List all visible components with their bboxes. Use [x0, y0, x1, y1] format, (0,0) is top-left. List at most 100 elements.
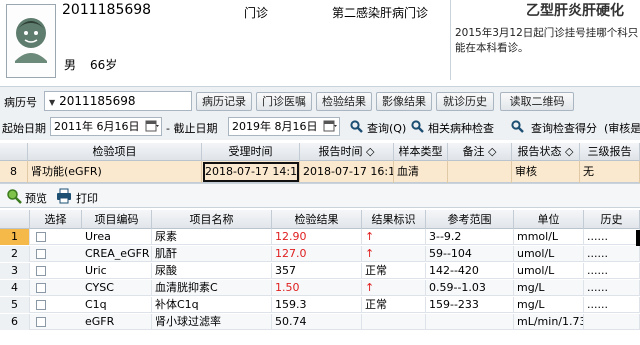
select-checkbox[interactable]: [36, 266, 46, 276]
related-disease-check-button[interactable]: 相关病种检查: [428, 120, 494, 136]
history-link[interactable]: ......: [584, 246, 640, 262]
item-name: 补体C1q: [152, 297, 272, 313]
search-icon[interactable]: [350, 120, 363, 133]
column-header[interactable]: 样本类型: [394, 143, 448, 161]
notice-text: 2015年3月12日起门诊挂号挂哪个科只能在本科看诊。: [455, 27, 639, 54]
table-row[interactable]: 1 Urea 尿素 12.90 ↑ 3--9.2 mmol/L......: [0, 229, 640, 245]
preview-button[interactable]: 预览: [25, 190, 47, 206]
note: [448, 161, 512, 183]
unit: umol/L: [514, 263, 584, 279]
accept-time[interactable]: 2018-07-17 14:15: [202, 161, 300, 183]
column-header[interactable]: 报告状态 ◇: [512, 143, 580, 161]
select-checkbox[interactable]: [36, 317, 46, 327]
column-header[interactable]: 报告时间 ◇: [300, 143, 394, 161]
read-qrcode-button[interactable]: 读取二维码: [500, 92, 574, 111]
column-header[interactable]: 受理时间: [202, 143, 300, 161]
audit-filter-label: (审核是: [604, 122, 640, 135]
column-header[interactable]: 检验项目: [28, 143, 202, 161]
search-icon[interactable]: [511, 120, 524, 133]
query-check-score-button[interactable]: 查询检查得分: [531, 120, 597, 136]
grid-header: 选择 项目编码 项目名称 检验结果 结果标识 参考范围 单位 历史: [0, 210, 640, 229]
select-checkbox[interactable]: [36, 283, 46, 293]
patient-age: 66岁: [90, 58, 118, 72]
patient-header: 2011185698 男 66岁 门诊 第二感染肝病门诊 乙型肝炎肝硬化 201…: [0, 0, 640, 86]
imaging-results-button[interactable]: 影像结果: [376, 92, 432, 111]
print-button[interactable]: 打印: [76, 190, 98, 206]
notice-panel: 乙型肝炎肝硬化 2015年3月12日起门诊挂号挂哪个科只能在本科看诊。: [450, 0, 640, 80]
lab-orders-grid: 检验项目 受理时间 报告时间 ◇ 样本类型 备注 ◇ 报告状态 ◇ 三级报告 8…: [0, 143, 640, 183]
column-header[interactable]: 历史: [584, 210, 640, 229]
row-number: 1: [0, 229, 30, 245]
mrn-value: 2011185698: [59, 94, 136, 108]
test-result: 12.90: [272, 229, 362, 245]
diagnosis-title: 乙型肝炎肝硬化: [526, 3, 624, 19]
result-flag: ↑: [362, 246, 426, 262]
reference-range: 159--233: [426, 297, 514, 313]
column-header[interactable]: 选择: [30, 210, 82, 229]
result-flag: 正常: [362, 297, 426, 313]
column-header[interactable]: 检验结果: [272, 210, 362, 229]
select-checkbox[interactable]: [36, 300, 46, 310]
test-result: 159.3: [272, 297, 362, 313]
test-result: 50.74: [272, 314, 362, 330]
printer-icon[interactable]: [56, 188, 72, 204]
table-row[interactable]: 6 eGFR肾小球过滤率50.74 mL/min/1.73m²: [0, 314, 640, 330]
row-number-header: [0, 143, 28, 161]
splitter-handle[interactable]: [636, 230, 640, 246]
table-row[interactable]: 3 Uric 尿酸 357 正常 142--420 umol/L......: [0, 263, 640, 279]
history-link[interactable]: ......: [584, 280, 640, 296]
table-row[interactable]: 2 CREA_eGFR 肌酐 127.0 ↑ 59--104 umol/L......: [0, 246, 640, 262]
test-result: 127.0: [272, 246, 362, 262]
column-header[interactable]: 结果标识: [362, 210, 426, 229]
history-link[interactable]: ......: [584, 297, 640, 313]
start-date-picker[interactable]: 2011年 6月16日: [50, 117, 162, 136]
dropdown-caret-icon[interactable]: ▼: [49, 98, 55, 107]
medical-record-button[interactable]: 病历记录: [196, 92, 252, 111]
select-checkbox[interactable]: [36, 232, 46, 242]
start-date-value: 2011年 6月16日: [54, 120, 140, 133]
test-result: 1.50: [272, 280, 362, 296]
result-flag: ↑: [362, 280, 426, 296]
column-header[interactable]: 项目编码: [82, 210, 152, 229]
column-header[interactable]: 三级报告: [580, 143, 640, 161]
start-date-label: 起始日期: [2, 122, 46, 135]
column-header-label: 报告时间: [318, 145, 363, 158]
history-link[interactable]: [584, 314, 640, 330]
mrn-label: 病历号: [4, 96, 37, 109]
column-header[interactable]: 单位: [514, 210, 584, 229]
level3-report: 无: [580, 161, 640, 183]
visit-history-button[interactable]: 就诊历史: [436, 92, 494, 111]
history-link[interactable]: ......: [584, 229, 640, 245]
reference-range: 59--104: [426, 246, 514, 262]
table-row[interactable]: 4 CYSC 血清胱抑素C 1.50 ↑ 0.59--1.03 mg/L......: [0, 280, 640, 296]
query-button[interactable]: 查询(Q): [367, 120, 406, 136]
unit: mg/L: [514, 297, 584, 313]
sort-diamond-icon: ◇: [488, 145, 497, 158]
lab-results-grid: 选择 项目编码 项目名称 检验结果 结果标识 参考范围 单位 历史 1 Urea 尿…: [0, 210, 640, 345]
table-row[interactable]: 5 C1q 补体C1q 159.3 正常 159--233 mg/L......: [0, 297, 640, 313]
preview-icon[interactable]: [6, 188, 22, 204]
row-number: 2: [0, 246, 30, 262]
column-header[interactable]: 项目名称: [152, 210, 272, 229]
mrn-input[interactable]: ▼ 2011185698: [44, 91, 192, 111]
end-date-picker[interactable]: 2019年 8月16日: [228, 117, 340, 136]
column-header[interactable]: 参考范围: [426, 210, 514, 229]
table-row[interactable]: 8 肾功能(eGFR) 2018-07-17 14:15 2018-07-17 …: [0, 161, 640, 183]
sample-type: 血清: [394, 161, 448, 183]
lab-results-button[interactable]: 检验结果: [316, 92, 372, 111]
result-flag: ↑: [362, 229, 426, 245]
row-number: 8: [0, 161, 28, 183]
reference-range: 142--420: [426, 263, 514, 279]
search-icon[interactable]: [411, 120, 424, 133]
calendar-icon[interactable]: [323, 119, 337, 133]
date-filter-bar: 起始日期 2011年 6月16日 - 截止日期 2019年 8月16日 查询(Q…: [0, 114, 640, 140]
column-header[interactable]: 备注 ◇: [448, 143, 512, 161]
result-toolbar: 预览 打印: [0, 183, 640, 208]
outpatient-orders-button[interactable]: 门诊医嘱: [256, 92, 312, 111]
visit-type: 门诊: [244, 6, 269, 20]
item-code: CYSC: [82, 280, 152, 296]
select-checkbox[interactable]: [36, 249, 46, 259]
calendar-icon[interactable]: [145, 119, 159, 133]
row-number: 6: [0, 314, 30, 330]
history-link[interactable]: ......: [584, 263, 640, 279]
